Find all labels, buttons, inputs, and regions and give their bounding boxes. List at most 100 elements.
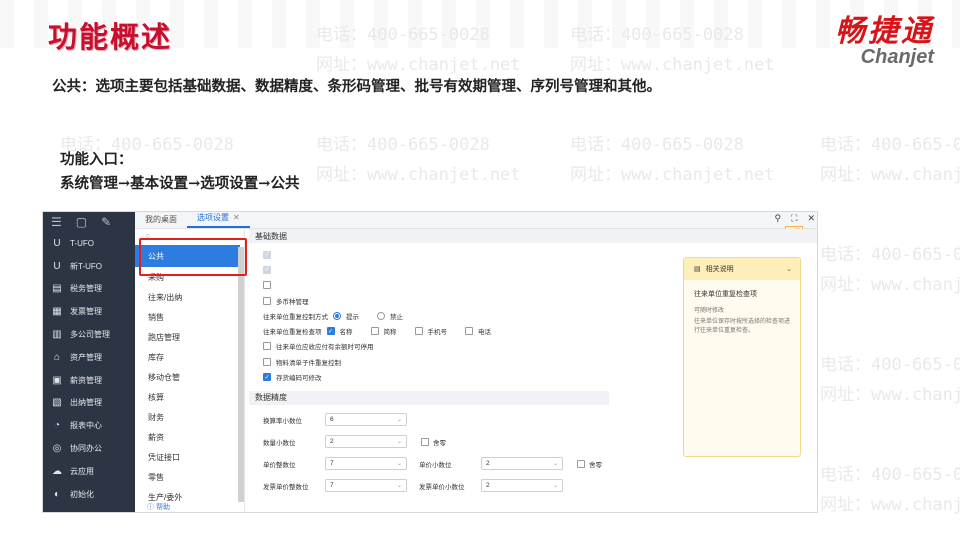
- checkbox-round[interactable]: [577, 459, 585, 468]
- watermark-phone: 电话：400-665-0028: [820, 135, 960, 155]
- sub-nav-list: 公共 采购 往来/出纳 销售 跑店管理 库存 移动仓管 核算 财务 薪资 凭证接口 零售 生产/委外: [135, 245, 244, 507]
- left-nav: ☰ ▢ ✎ U T-UFO U 新T-UFO ▤ 税务管理 ▦ 发票管理 ▥ 多公司管理 ⌂ 资产管理…: [43, 212, 135, 512]
- nav-item[interactable]: U T-UFO: [43, 232, 135, 255]
- checkbox[interactable]: [263, 296, 271, 305]
- nav-item[interactable]: ▣ 薪资管理: [43, 369, 135, 392]
- top-icons: ⚲ ⛶ ✕: [775, 213, 815, 224]
- tax-icon: ▤: [52, 283, 62, 295]
- close-icon[interactable]: ✕: [233, 213, 240, 222]
- scrollbar[interactable]: [238, 247, 244, 502]
- chevron-down-icon: ⌄: [396, 483, 402, 490]
- sub-nav-item[interactable]: 库存: [135, 347, 244, 367]
- fullscreen-icon[interactable]: ⛶: [791, 213, 797, 224]
- option-label: 往来单位重复检查项: [263, 329, 322, 337]
- company-icon: ▥: [52, 329, 62, 341]
- nav-item[interactable]: ▧ 出纳管理: [43, 392, 135, 415]
- help-panel-header[interactable]: ▤ 相关说明 ⌄: [684, 258, 800, 280]
- checkbox-name[interactable]: ✓: [326, 327, 335, 336]
- nav-item[interactable]: U 新T-UFO: [43, 255, 135, 278]
- chevron-down-icon: ⌄: [396, 439, 402, 446]
- watermark-site: 网址：www.chanjet.net: [316, 165, 521, 185]
- checkbox-label: 名称: [339, 329, 353, 337]
- nav-item-label: 报表中心: [70, 421, 102, 431]
- option-label: 多币种管理: [276, 298, 309, 306]
- section-basic-data: 基础数据: [249, 229, 817, 243]
- checkbox[interactable]: ✓: [263, 373, 271, 382]
- unit-price-dec-select[interactable]: 2 ⌄: [481, 457, 563, 471]
- book-icon: ▤: [694, 266, 701, 273]
- tab-my-desktop[interactable]: 我的桌面: [135, 214, 187, 228]
- cloud-icon: ☁: [52, 465, 62, 477]
- watermark-phone: 电话：400-665-0028: [570, 135, 744, 155]
- tab-options-settings[interactable]: 选项设置 ✕: [187, 212, 250, 228]
- menu-icon[interactable]: ☰: [51, 215, 62, 229]
- entry-label: 功能入口：: [60, 151, 133, 168]
- help-link[interactable]: ⓘ 帮助: [147, 502, 170, 512]
- chevron-down-icon[interactable]: ⌄: [786, 265, 792, 273]
- nav-item[interactable]: ◎ 协同办公: [43, 437, 135, 460]
- field-label: 单价整数位: [263, 461, 296, 469]
- nav-item-label: 发票管理: [70, 307, 102, 317]
- sub-nav-item[interactable]: 移动仓管: [135, 367, 244, 387]
- sub-nav-item[interactable]: 凭证接口: [135, 447, 244, 467]
- checkbox-phone[interactable]: [465, 327, 473, 336]
- field-invoice-price: 发票单价整数位 7 ⌄ 发票单价小数位 2 ⌄: [249, 475, 817, 497]
- checkbox-label: 简称: [383, 329, 397, 337]
- checkbox-mobile[interactable]: [414, 327, 423, 336]
- invoice-price-int-select[interactable]: 7 ⌄: [325, 479, 407, 493]
- qty-select[interactable]: 2 ⌄: [325, 435, 407, 449]
- chevron-down-icon: ⌄: [396, 417, 402, 424]
- nav-item[interactable]: ▤ 税务管理: [43, 278, 135, 301]
- watermark-phone: 电话：400-665-0028: [820, 465, 960, 485]
- ufo-new-icon: U: [53, 260, 61, 272]
- search-icon[interactable]: ⚲: [775, 213, 782, 224]
- field-label: 换算率小数位: [263, 417, 302, 425]
- nav-list: U T-UFO U 新T-UFO ▤ 税务管理 ▦ 发票管理 ▥ 多公司管理 ⌂ 资产管理 ▣ 薪资管理 ▧…: [43, 232, 135, 506]
- entry-path: 系统管理→基本设置→选项设置→公共: [60, 175, 300, 192]
- section-data-precision: 数据精度: [249, 390, 609, 405]
- checkbox-label: 舍零: [589, 461, 602, 469]
- radio-forbid[interactable]: [377, 311, 385, 320]
- radio-prompt[interactable]: [333, 311, 341, 320]
- sub-nav-item[interactable]: 销售: [135, 307, 244, 327]
- calendar-icon[interactable]: ▢: [76, 215, 87, 229]
- close-window-icon[interactable]: ✕: [807, 213, 815, 224]
- help-topic-title: 往来单位重复检查项: [694, 291, 757, 298]
- checkbox[interactable]: [263, 357, 271, 366]
- watermark-phone: 电话：400-665-0028: [820, 245, 960, 265]
- sub-nav-item[interactable]: 往来/出纳: [135, 287, 244, 307]
- checkbox: ✓: [263, 265, 271, 274]
- nav-item[interactable]: ☁ 云应用: [43, 460, 135, 483]
- field-label: 发票单价小数位: [419, 483, 465, 491]
- help-text-line: 往来单位保存时按所选择的检查项进行往来单位重复检查。: [694, 319, 791, 334]
- edit-icon[interactable]: ✎: [101, 215, 111, 229]
- checkbox-short-name[interactable]: [370, 327, 379, 336]
- option-label: 物料清单子件重复控制: [276, 359, 341, 367]
- feature-description: 公共：选项主要包括基础数据、数据精度、条形码管理、批号有效期管理、序列号管理和其…: [52, 78, 661, 95]
- nav-item[interactable]: ◔ 报表中心: [43, 414, 135, 437]
- option-label: 存货编码可修改: [276, 375, 322, 383]
- nav-item[interactable]: ◐ 初始化: [43, 483, 135, 506]
- conv-rate-select[interactable]: 6 ⌄: [325, 413, 407, 427]
- cashier-icon: ▧: [52, 397, 62, 409]
- sub-nav-item[interactable]: 核算: [135, 387, 244, 407]
- checkbox-label: 手机号: [427, 329, 448, 337]
- chevron-down-icon: ⌄: [396, 461, 402, 468]
- checkbox[interactable]: [263, 342, 271, 351]
- nav-toolbar: ☰ ▢ ✎: [43, 212, 135, 232]
- radio-label: 提示: [346, 313, 359, 321]
- sub-nav-item[interactable]: 跑店管理: [135, 327, 244, 347]
- nav-item[interactable]: ▥ 多公司管理: [43, 323, 135, 346]
- sub-nav-item[interactable]: 薪资: [135, 427, 244, 447]
- nav-item[interactable]: ▦ 发票管理: [43, 300, 135, 323]
- nav-item-label: 出纳管理: [70, 398, 102, 408]
- nav-item-label: 税务管理: [70, 284, 102, 294]
- sub-nav-item[interactable]: 财务: [135, 407, 244, 427]
- nav-item[interactable]: ⌂ 资产管理: [43, 346, 135, 369]
- invoice-price-dec-select[interactable]: 2 ⌄: [481, 479, 563, 493]
- checkbox-round[interactable]: [421, 437, 429, 446]
- chanjet-logo: 畅捷通 Chanjet: [774, 6, 934, 69]
- unit-price-int-select[interactable]: 7 ⌄: [325, 457, 407, 471]
- sub-nav-item[interactable]: 零售: [135, 467, 244, 487]
- nav-item-label: 云应用: [70, 466, 94, 476]
